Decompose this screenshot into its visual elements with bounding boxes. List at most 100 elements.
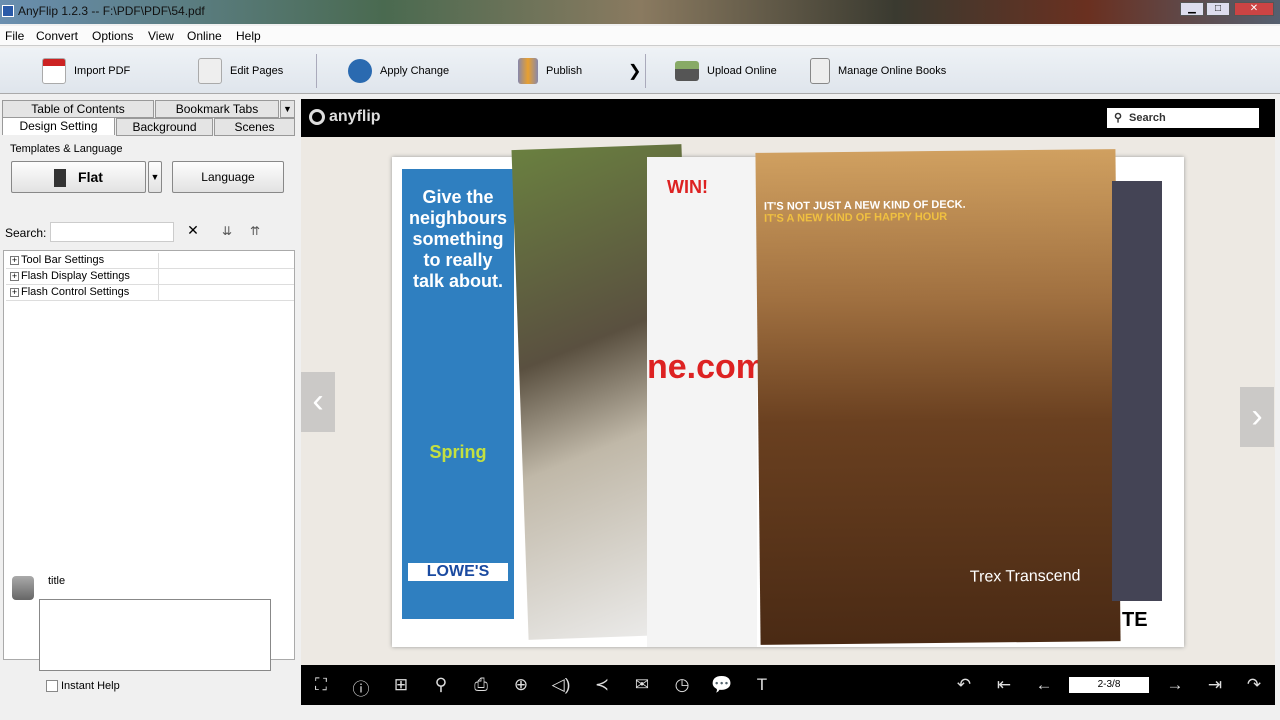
menu-convert[interactable]: Convert (36, 29, 78, 43)
last-page-icon[interactable]: ⇥ (1204, 675, 1226, 695)
tree-label: Tool Bar Settings (21, 254, 105, 266)
forward-icon[interactable]: ↷ (1243, 675, 1265, 695)
search-input[interactable] (50, 222, 174, 242)
page-right: IT'S NOT JUST A NEW KIND OF DECK. IT'S A… (755, 149, 1121, 645)
menu-online[interactable]: Online (187, 29, 222, 43)
search-icon[interactable]: ⚲ (430, 675, 452, 695)
help-title: title (48, 575, 66, 587)
viewer-header: anyflip ⚲ Search (301, 99, 1275, 137)
share-icon[interactable]: ≺ (591, 675, 613, 695)
menu-view[interactable]: View (148, 29, 174, 43)
next-icon[interactable]: → (1164, 675, 1186, 695)
page-left: WIN! ne.com (647, 157, 766, 647)
maximize-button[interactable]: □ (1206, 2, 1230, 16)
help-text-area[interactable] (39, 599, 271, 671)
close-button[interactable]: ✕ (1234, 2, 1274, 16)
menu-help[interactable]: Help (236, 29, 261, 43)
database-icon (12, 576, 34, 600)
edit-pages-button[interactable]: Edit Pages (198, 56, 283, 86)
page-number-input[interactable]: 2-3/8 (1069, 677, 1149, 693)
instant-help-checkbox[interactable] (46, 680, 58, 692)
import-pdf-button[interactable]: Import PDF (42, 56, 130, 86)
template-label: Flat (78, 169, 103, 185)
toolbar: Import PDF Edit Pages Apply Change Publi… (0, 48, 1280, 94)
templates-label: Templates & Language (10, 143, 123, 155)
viewer-toolbar: ⛶ ⓘ ⊞ ⚲ ⎙ ⊕ ◁) ≺ ✉ ◷ 💬 T ↶ ⇤ ← 2-3/8 → ⇥… (301, 665, 1275, 705)
expand-icon[interactable]: + (10, 272, 19, 281)
search-icon: ⚲ (1114, 112, 1123, 124)
publish-button[interactable]: Publish (518, 56, 582, 86)
separator (645, 54, 646, 88)
gear-page-icon (198, 58, 222, 84)
window-title: AnyFlip 1.2.3 -- F:\PDF\PDF\54.pdf (18, 4, 205, 18)
expand-all-icon[interactable]: ⇊ (222, 224, 232, 238)
tab-scenes[interactable]: Scenes (214, 118, 295, 136)
upload-label: Upload Online (707, 65, 777, 77)
tree-label: Flash Control Settings (21, 286, 130, 298)
refresh-icon (348, 59, 372, 83)
previous-icon[interactable]: ← (1033, 675, 1055, 695)
page-next-text: TE (1122, 609, 1148, 631)
clear-search-icon[interactable]: ✕ (180, 222, 206, 242)
email-icon[interactable]: ✉ (631, 675, 653, 695)
language-button[interactable]: Language (172, 161, 284, 193)
tree-item-tool-bar[interactable]: + Tool Bar Settings (6, 253, 294, 269)
fullscreen-icon[interactable]: ⛶ (310, 675, 332, 695)
help-icon[interactable]: ⓘ (350, 675, 372, 700)
expand-icon[interactable]: + (10, 288, 19, 297)
menu-file[interactable]: File (5, 29, 24, 43)
print-icon[interactable]: ⎙ (470, 675, 492, 695)
template-dropdown[interactable]: ▼ (148, 161, 162, 193)
comment-icon[interactable]: 💬 (711, 675, 733, 695)
collapse-all-icon[interactable]: ⇈ (250, 224, 260, 238)
thumbnails-icon[interactable]: ⊞ (390, 675, 412, 695)
menu-bar: File Convert Options View Online Help (0, 26, 1280, 46)
minimize-button[interactable]: ▁ (1180, 2, 1204, 16)
tab-background[interactable]: Background (116, 118, 213, 136)
search-label: Search (1129, 112, 1166, 124)
zoom-in-icon[interactable]: ⊕ (510, 675, 532, 695)
previous-page-arrow[interactable]: ‹ (301, 372, 335, 432)
title-bar: AnyFlip 1.2.3 -- F:\PDF\PDF\54.pdf ▁ □ ✕ (0, 0, 1280, 24)
page-next (1112, 181, 1162, 601)
more-button[interactable]: ❯ (628, 56, 641, 86)
search-label: Search: (5, 226, 47, 240)
menu-options[interactable]: Options (92, 29, 133, 43)
tab-design-setting[interactable]: Design Setting (2, 117, 115, 135)
manage-online-books-button[interactable]: Manage Online Books (810, 56, 946, 86)
publish-label: Publish (546, 65, 583, 77)
book-icon (54, 169, 67, 188)
page-ad-lowes: Give the neighbours something to really … (402, 169, 514, 619)
flipbook-preview: anyflip ⚲ Search Give the neighbours some… (301, 99, 1275, 705)
back-icon[interactable]: ↶ (953, 675, 975, 695)
autoplay-icon[interactable]: ◷ (671, 675, 693, 695)
app-icon (2, 5, 14, 17)
tree-label: Flash Display Settings (21, 270, 130, 282)
tree-item-flash-display[interactable]: + Flash Display Settings (6, 269, 294, 285)
manage-label: Manage Online Books (838, 65, 947, 77)
template-button[interactable]: Flat (11, 161, 146, 193)
tab-table-of-contents[interactable]: Table of Contents (2, 100, 154, 118)
book-spread[interactable]: Give the neighbours something to really … (392, 144, 1184, 647)
pdf-icon (42, 58, 66, 84)
viewer-search[interactable]: ⚲ Search (1107, 108, 1259, 128)
next-page-arrow[interactable]: › (1240, 387, 1274, 447)
sound-icon[interactable]: ◁) (550, 675, 572, 695)
import-label: Import PDF (74, 65, 131, 77)
upload-icon (675, 61, 699, 81)
expand-icon[interactable]: + (10, 256, 19, 265)
apply-change-button[interactable]: Apply Change (348, 56, 449, 86)
upload-online-button[interactable]: Upload Online (675, 56, 777, 86)
tabs-dropdown[interactable]: ▼ (280, 100, 295, 118)
tree-item-flash-control[interactable]: + Flash Control Settings (6, 285, 294, 301)
settings-panel: Table of Contents Bookmark Tabs ▼ Design… (0, 98, 298, 706)
tab-bookmark-tabs[interactable]: Bookmark Tabs (155, 100, 279, 118)
apply-label: Apply Change (380, 65, 450, 77)
edit-label: Edit Pages (230, 65, 284, 77)
publish-icon (518, 58, 538, 84)
instant-help-label: Instant Help (61, 680, 120, 692)
first-page-icon[interactable]: ⇤ (993, 675, 1015, 695)
text-icon[interactable]: T (751, 675, 773, 695)
manage-icon (810, 58, 830, 84)
separator (316, 54, 317, 88)
